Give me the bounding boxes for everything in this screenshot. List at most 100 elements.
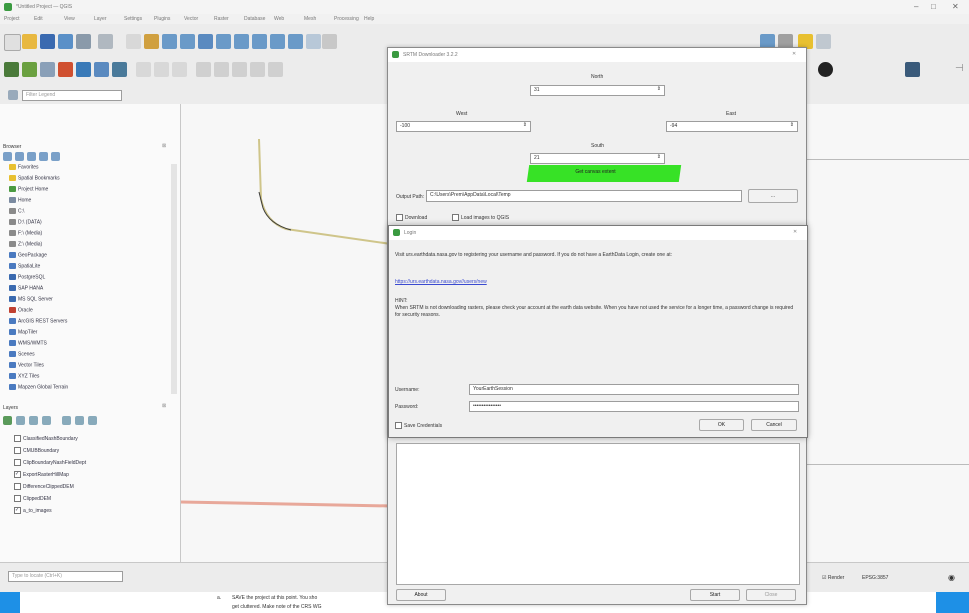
edit-node-icon[interactable] xyxy=(172,62,187,77)
browser-panel-close-icon[interactable]: ⊠ xyxy=(162,143,166,149)
north-spin-icon[interactable]: ⇕ xyxy=(657,86,661,92)
srtm-dialog-close-icon[interactable]: ✕ xyxy=(792,51,796,57)
browser-item[interactable]: D:\ (DATA) xyxy=(9,219,42,229)
add-raster-icon[interactable] xyxy=(76,62,91,77)
menu-item[interactable]: Plugins xyxy=(154,16,170,22)
south-spin-icon[interactable]: ⇕ xyxy=(657,154,661,160)
earthdata-register-link[interactable]: https://urs.earthdata.nasa.gov//users/ne… xyxy=(395,279,487,285)
load-images-option[interactable]: Load images to QGIS xyxy=(452,214,509,221)
edit-line-icon[interactable] xyxy=(154,62,169,77)
south-spinbox[interactable]: 21 ⇕ xyxy=(530,153,665,164)
menu-item[interactable]: Project xyxy=(4,16,20,22)
close-button[interactable]: Close xyxy=(746,589,796,601)
menu-item[interactable]: Edit xyxy=(34,16,43,22)
north-spinbox[interactable]: 31 ⇕ xyxy=(530,85,665,96)
browser-item[interactable]: XYZ Tiles xyxy=(9,373,39,383)
layout-manager-icon[interactable] xyxy=(76,34,91,49)
load-images-checkbox[interactable] xyxy=(452,214,459,221)
add-mesh-icon[interactable] xyxy=(94,62,109,77)
layout-icon[interactable] xyxy=(905,62,920,77)
pan-to-selection-icon[interactable] xyxy=(144,34,159,49)
browser-item[interactable]: WMS/WMTS xyxy=(9,340,47,350)
get-canvas-extent-button[interactable]: Get canvas extent xyxy=(538,169,653,179)
layer-visibility-checkbox[interactable]: ✓ xyxy=(14,507,21,514)
menu-item[interactable]: Vector xyxy=(184,16,198,22)
zoom-full-icon[interactable] xyxy=(198,34,213,49)
layer-item[interactable]: ClipBoundaryNashFieldDept xyxy=(14,459,86,469)
label-rotate-icon[interactable] xyxy=(250,62,265,77)
username-input[interactable]: YourEarthSession xyxy=(469,384,799,395)
cancel-button[interactable]: Cancel xyxy=(751,419,797,431)
layer-item[interactable]: CMUBBoundary xyxy=(14,447,59,457)
render-checkbox[interactable]: ☑ Render xyxy=(822,575,844,581)
collapse-all-icon[interactable] xyxy=(75,416,84,425)
save-project-icon[interactable] xyxy=(40,34,55,49)
browser-scrollbar[interactable] xyxy=(171,164,177,394)
label-icon[interactable] xyxy=(196,62,211,77)
add-layer-icon[interactable] xyxy=(40,62,55,77)
open-project-icon[interactable] xyxy=(22,34,37,49)
east-spinbox[interactable]: -94 ⇕ xyxy=(666,121,798,132)
layer-item[interactable]: DifferenceClippedDEM xyxy=(14,483,74,493)
menu-item[interactable]: Layer xyxy=(94,16,107,22)
layer-item[interactable]: ✓ a_to_images xyxy=(14,507,52,517)
browser-add-icon[interactable] xyxy=(3,152,12,161)
style-manager-icon[interactable] xyxy=(98,34,113,49)
browser-item[interactable]: MapTiler xyxy=(9,329,37,339)
filter-legend-input[interactable]: Filter Legend xyxy=(22,90,122,101)
login-dialog-close-icon[interactable]: ✕ xyxy=(793,229,797,235)
browser-item[interactable]: Favorites xyxy=(9,164,39,174)
menu-item[interactable]: Processing xyxy=(334,16,359,22)
minimize-icon[interactable]: – xyxy=(914,2,918,11)
menu-item[interactable]: Database xyxy=(244,16,265,22)
zoom-next-icon[interactable] xyxy=(288,34,303,49)
browser-item[interactable]: Z:\ (Media) xyxy=(9,241,42,251)
edit-pencil-icon[interactable] xyxy=(136,62,151,77)
zoom-native-icon[interactable] xyxy=(252,34,267,49)
browser-item[interactable]: Home xyxy=(9,197,31,207)
search-layer-icon[interactable] xyxy=(8,90,18,100)
browser-item[interactable]: MS SQL Server xyxy=(9,296,53,306)
label-pin-icon[interactable] xyxy=(214,62,229,77)
browser-item[interactable]: C:\ xyxy=(9,208,24,218)
browser-item[interactable]: Scenes xyxy=(9,351,35,361)
browser-refresh-icon[interactable] xyxy=(15,152,24,161)
start-button[interactable]: Start xyxy=(690,589,740,601)
layer-visibility-checkbox[interactable] xyxy=(14,435,21,442)
layer-item[interactable]: ClassifiedNashBoundary xyxy=(14,435,78,445)
west-spin-icon[interactable]: ⇕ xyxy=(523,122,527,128)
label-edit-icon[interactable] xyxy=(268,62,283,77)
layer-item[interactable]: ✓ ExportRasterHillMap xyxy=(14,471,69,481)
add-vector-icon[interactable] xyxy=(22,62,37,77)
browser-filter-icon[interactable] xyxy=(27,152,36,161)
print-layout-icon[interactable] xyxy=(58,34,73,49)
new-project-icon[interactable] xyxy=(4,34,21,51)
add-group-icon[interactable] xyxy=(16,416,25,425)
data-source-manager-icon[interactable] xyxy=(4,62,19,77)
save-credentials-checkbox[interactable] xyxy=(395,422,402,429)
identify-icon[interactable] xyxy=(322,34,337,49)
crs-button[interactable]: EPSG:3857 xyxy=(862,575,888,581)
browse-output-button[interactable]: ... xyxy=(748,189,798,203)
layer-visibility-checkbox[interactable] xyxy=(14,495,21,502)
browser-collapse-icon[interactable] xyxy=(39,152,48,161)
label-move-icon[interactable] xyxy=(232,62,247,77)
download-checkbox[interactable] xyxy=(396,214,403,221)
filter-legend-icon[interactable] xyxy=(42,416,51,425)
download-option[interactable]: Download xyxy=(396,214,427,221)
plugin-icon[interactable] xyxy=(816,34,831,49)
save-credentials-option[interactable]: Save Credentials xyxy=(395,422,442,429)
menu-item[interactable]: Help xyxy=(364,16,374,22)
output-path-input[interactable]: C:\Users\Prem\AppData\Local\Temp xyxy=(426,190,742,202)
browser-item[interactable]: ArcGIS REST Servers xyxy=(9,318,67,328)
maximize-icon[interactable]: □ xyxy=(931,2,936,11)
zoom-last-icon[interactable] xyxy=(270,34,285,49)
close-window-icon[interactable]: ✕ xyxy=(952,2,959,11)
menu-item[interactable]: Web xyxy=(274,16,284,22)
circle-icon[interactable] xyxy=(818,62,833,77)
browser-item[interactable]: Oracle xyxy=(9,307,33,317)
remove-layer-icon[interactable] xyxy=(88,416,97,425)
pan-map-icon[interactable] xyxy=(126,34,141,49)
layer-item[interactable]: ClippedDEM xyxy=(14,495,51,505)
browser-info-icon[interactable] xyxy=(51,152,60,161)
